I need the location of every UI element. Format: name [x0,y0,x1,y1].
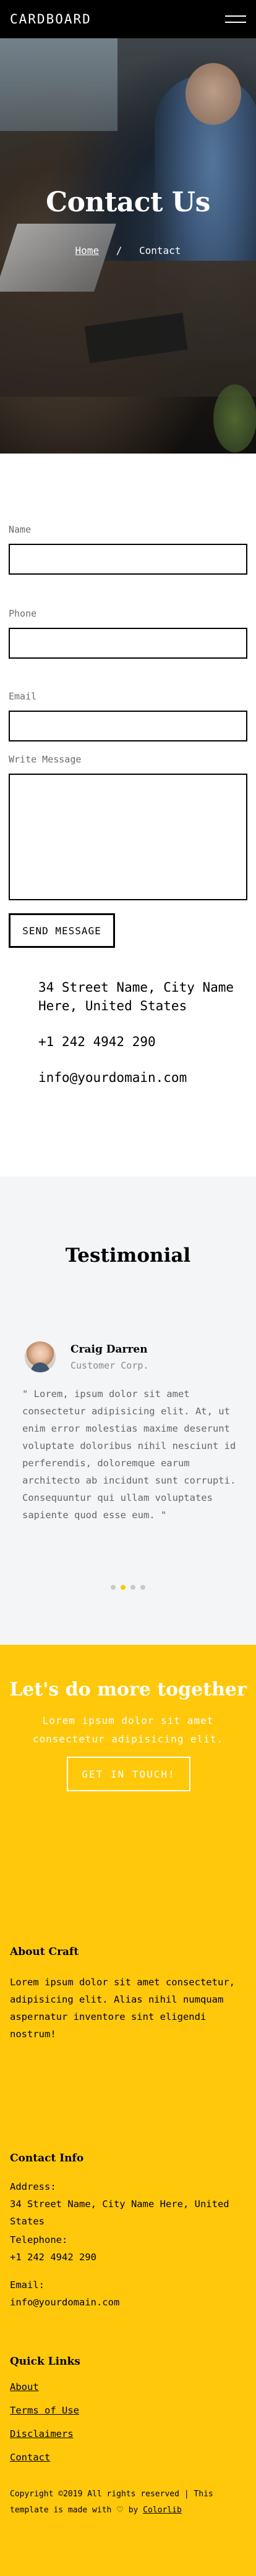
page-title: Contact Us [46,187,210,218]
footer-link-disclaimers[interactable]: Disclaimers [10,2428,74,2439]
breadcrumb-current: Contact [139,245,181,256]
footer-email-value: info@yourdomain.com [10,2297,120,2308]
footer-contact-heading: Contact Info [10,2152,84,2164]
message-label: Write Message [9,754,82,765]
contact-phone: +1 242 4942 290 [38,1034,156,1049]
heart-icon: ♡ [116,2506,124,2515]
footer: About Craft Lorem ipsum dolor sit amet c… [0,1862,256,2576]
hero-person-head [186,63,241,125]
footer-about-text: Lorem ipsum dolor sit amet consectetur, … [10,1977,235,2040]
breadcrumb-home-link[interactable]: Home [75,245,100,256]
phone-group: Phone [9,608,247,659]
cta-subtext: Lorem ipsum dolor sit amet consectetur a… [32,1715,224,1745]
footer-link-terms[interactable]: Terms of Use [10,2405,79,2416]
testimonial-heading: Testimonial [65,1244,191,1267]
testimonial-name: Craig Darren [70,1343,148,1356]
testimonial-section: Testimonial Craig Darren Customer Corp. … [0,1176,256,1645]
phone-input[interactable] [9,628,247,659]
email-input[interactable] [9,711,247,741]
carousel-dot[interactable] [111,1585,116,1590]
breadcrumb: Home / Contact [0,245,256,256]
footer-email-label: Email: [10,2279,45,2291]
footer-links-heading: Quick Links [10,2355,80,2368]
hero-section: Contact Us Home / Contact [0,38,256,454]
footer-link-contact[interactable]: Contact [10,2452,50,2463]
footer-telephone-label: Telephone: [10,2234,68,2245]
colorlib-link[interactable]: Colorlib [143,2506,182,2515]
email-group: Email [9,691,247,741]
testimonial-quote: " Lorem, ipsum dolor sit amet consectetu… [22,1388,236,1521]
navbar: CARDBOARD [0,0,256,38]
cta-heading: Let's do more together [9,1679,247,1700]
send-message-button[interactable]: SEND MESSAGE [9,913,115,948]
footer-telephone-value: +1 242 4942 290 [10,2252,96,2263]
name-label: Name [9,524,32,535]
contact-details: 34 Street Name, City Name Here, United S… [38,978,236,1104]
hamburger-line [225,15,246,17]
contact-form: Name Phone Email Write Message SEND MESS… [9,524,247,948]
name-group: Name [9,524,247,575]
footer-address-value: 34 Street Name, City Name Here, United S… [10,2198,229,2227]
carousel-dot[interactable] [140,1585,145,1590]
email-label: Email [9,691,37,702]
message-group: Write Message [9,754,247,900]
testimonial-role: Customer Corp. [70,1360,149,1371]
hero-window [0,38,117,131]
breadcrumb-separator: / [116,245,122,256]
phone-label: Phone [9,608,37,619]
carousel-dot-active[interactable] [121,1585,126,1590]
footer-about-heading: About Craft [10,1946,79,1958]
hamburger-icon[interactable] [225,12,246,26]
copyright-by: by [128,2506,139,2515]
name-input[interactable] [9,544,247,575]
carousel-dots [0,1585,256,1590]
page: CARDBOARD Contact Us Home / Contact Name… [0,0,256,2576]
copyright-text: Copyright ©2019 All rights reserved | Th… [10,2489,213,2515]
contact-address: 34 Street Name, City Name Here, United S… [38,980,234,1013]
copyright: Copyright ©2019 All rights reserved | Th… [10,2486,254,2519]
get-in-touch-button[interactable]: GET IN TOUCH! [67,1757,190,1791]
hero-plant [213,384,256,452]
avatar [25,1341,56,1372]
carousel-dot[interactable] [130,1585,135,1590]
brand-logo[interactable]: CARDBOARD [10,12,92,27]
message-textarea[interactable] [9,774,247,900]
hamburger-line [225,22,246,23]
contact-email: info@yourdomain.com [38,1070,187,1085]
footer-link-about[interactable]: About [10,2381,39,2392]
footer-address-label: Address: [10,2181,56,2192]
cta-section: Let's do more together Lorem ipsum dolor… [0,1645,256,1862]
